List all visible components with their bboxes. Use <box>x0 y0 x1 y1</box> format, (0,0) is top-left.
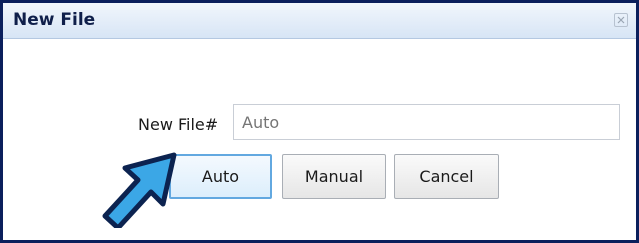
cancel-button[interactable]: Cancel <box>394 154 499 199</box>
auto-button[interactable]: Auto <box>169 154 272 199</box>
new-file-dialog: New File New File# Auto Manual Cancel <box>0 0 639 243</box>
blue-arrow-icon <box>102 152 177 228</box>
close-icon[interactable] <box>614 13 628 27</box>
dialog-title: New File <box>13 10 96 30</box>
manual-button[interactable]: Manual <box>282 154 386 199</box>
title-bar: New File <box>3 3 636 39</box>
new-file-input[interactable] <box>233 104 620 140</box>
